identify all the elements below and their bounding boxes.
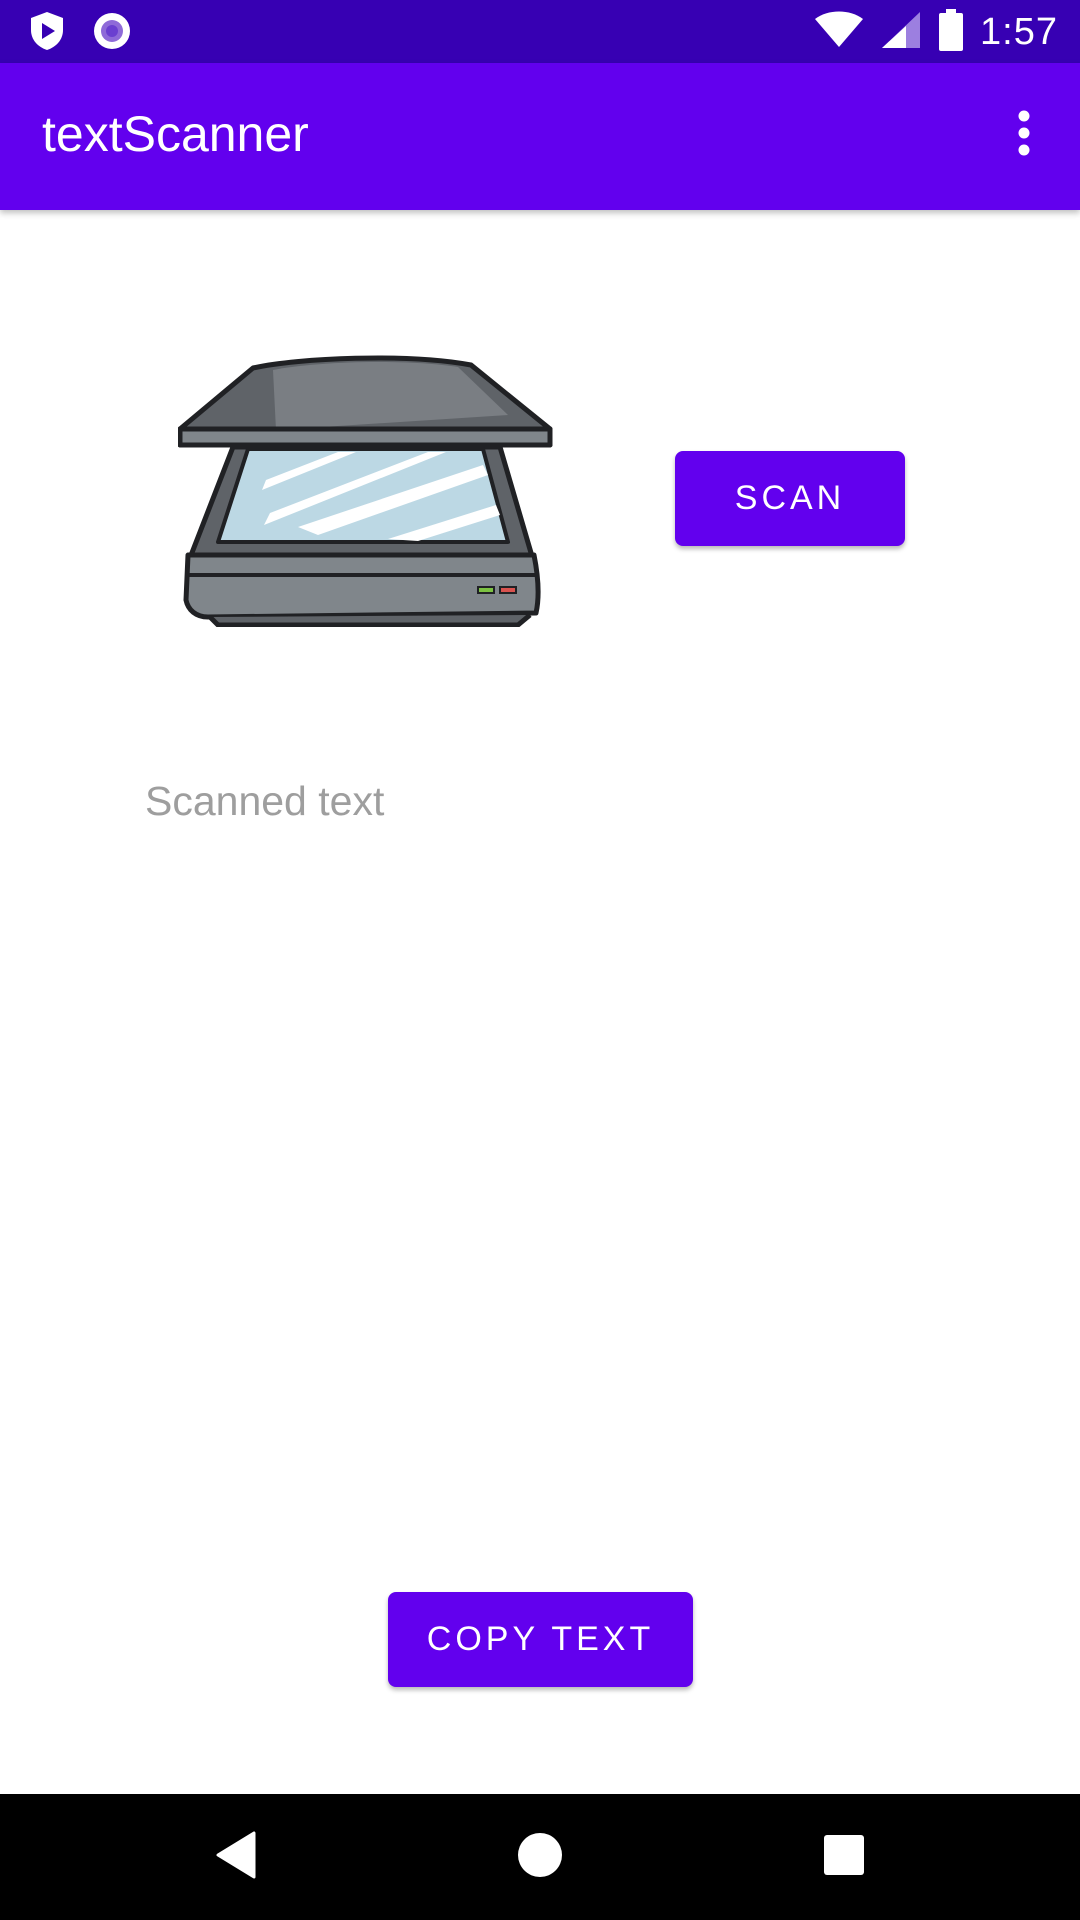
- recents-icon: [823, 1834, 865, 1881]
- nav-back-button[interactable]: [206, 1827, 266, 1887]
- scanner-icon: [177, 355, 553, 628]
- screen: 1:57 textScanner SCAN Scanned text COPY …: [0, 0, 1080, 1920]
- wifi-icon: [814, 11, 864, 54]
- battery-icon: [938, 8, 964, 56]
- shield-play-icon: [28, 10, 66, 57]
- back-icon: [214, 1831, 258, 1884]
- app-bar: textScanner: [0, 63, 1080, 210]
- app-title: textScanner: [42, 106, 309, 162]
- scan-button[interactable]: SCAN: [675, 451, 905, 546]
- status-bar-right: 1:57: [814, 8, 1058, 56]
- scanned-text: Scanned text: [145, 778, 385, 824]
- scanner-image: [177, 355, 562, 628]
- overflow-menu-button[interactable]: [992, 103, 1056, 167]
- status-bar-left: [28, 10, 132, 57]
- status-bar: 1:57: [0, 0, 1080, 63]
- status-time: 1:57: [980, 10, 1058, 53]
- home-icon: [517, 1832, 563, 1883]
- radio-icon: [92, 11, 132, 56]
- nav-home-button[interactable]: [510, 1827, 570, 1887]
- copy-text-button[interactable]: COPY TEXT: [388, 1592, 693, 1687]
- nav-recents-button[interactable]: [814, 1827, 874, 1887]
- navigation-bar: [0, 1794, 1080, 1920]
- more-vert-icon: [1016, 110, 1032, 161]
- signal-icon: [880, 10, 922, 55]
